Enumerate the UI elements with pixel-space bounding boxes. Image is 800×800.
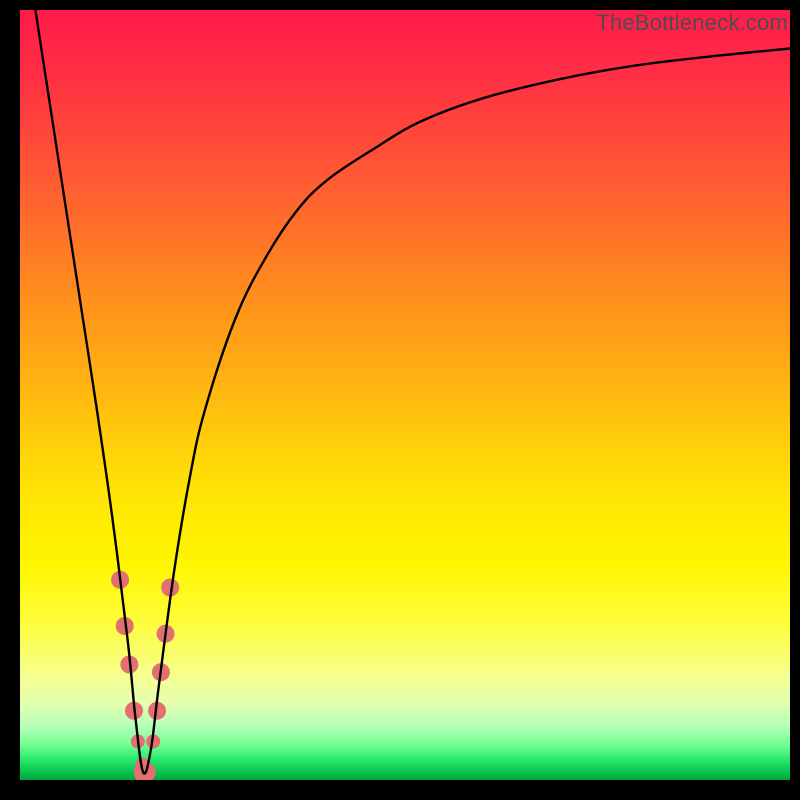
bottleneck-curve: [35, 10, 790, 774]
watermark-text: TheBottleneck.com: [596, 10, 788, 36]
chart-svg: [20, 10, 790, 780]
plot-area: [20, 10, 790, 780]
chart-frame: TheBottleneck.com: [0, 0, 800, 800]
